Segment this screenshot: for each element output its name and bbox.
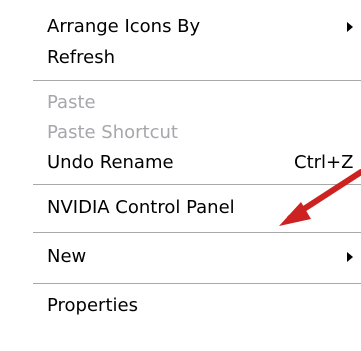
menu-item-properties[interactable]: Properties	[47, 293, 138, 319]
submenu-arrow-icon	[347, 22, 353, 32]
menu-item-label: Paste Shortcut	[47, 122, 178, 143]
menu-item-label: Refresh	[47, 47, 115, 68]
menu-item-label: Undo Rename	[47, 152, 174, 173]
menu-separator	[33, 80, 361, 81]
menu-item-paste-shortcut: Paste Shortcut	[47, 120, 178, 146]
menu-item-shortcut: Ctrl+Z	[294, 152, 354, 173]
menu-item-label: Properties	[47, 295, 138, 316]
menu-separator	[33, 184, 361, 185]
menu-item-label: New	[47, 246, 87, 267]
context-menu: Arrange Icons By Refresh Paste Paste Sho…	[0, 0, 361, 351]
menu-item-nvidia-control-panel[interactable]: NVIDIA Control Panel	[47, 195, 235, 221]
menu-item-new[interactable]: New	[47, 244, 86, 270]
menu-separator	[33, 283, 361, 284]
menu-item-label: NVIDIA Control Panel	[47, 197, 235, 218]
menu-separator	[33, 232, 361, 233]
submenu-arrow-icon	[347, 252, 353, 262]
menu-item-refresh[interactable]: Refresh	[47, 45, 115, 71]
menu-item-label: Arrange Icons By	[47, 16, 201, 37]
menu-item-undo-rename[interactable]: Undo Rename	[47, 150, 174, 176]
menu-item-paste: Paste	[47, 90, 96, 116]
menu-item-arrange-icons-by[interactable]: Arrange Icons By	[47, 14, 200, 40]
menu-item-label: Paste	[47, 92, 96, 113]
